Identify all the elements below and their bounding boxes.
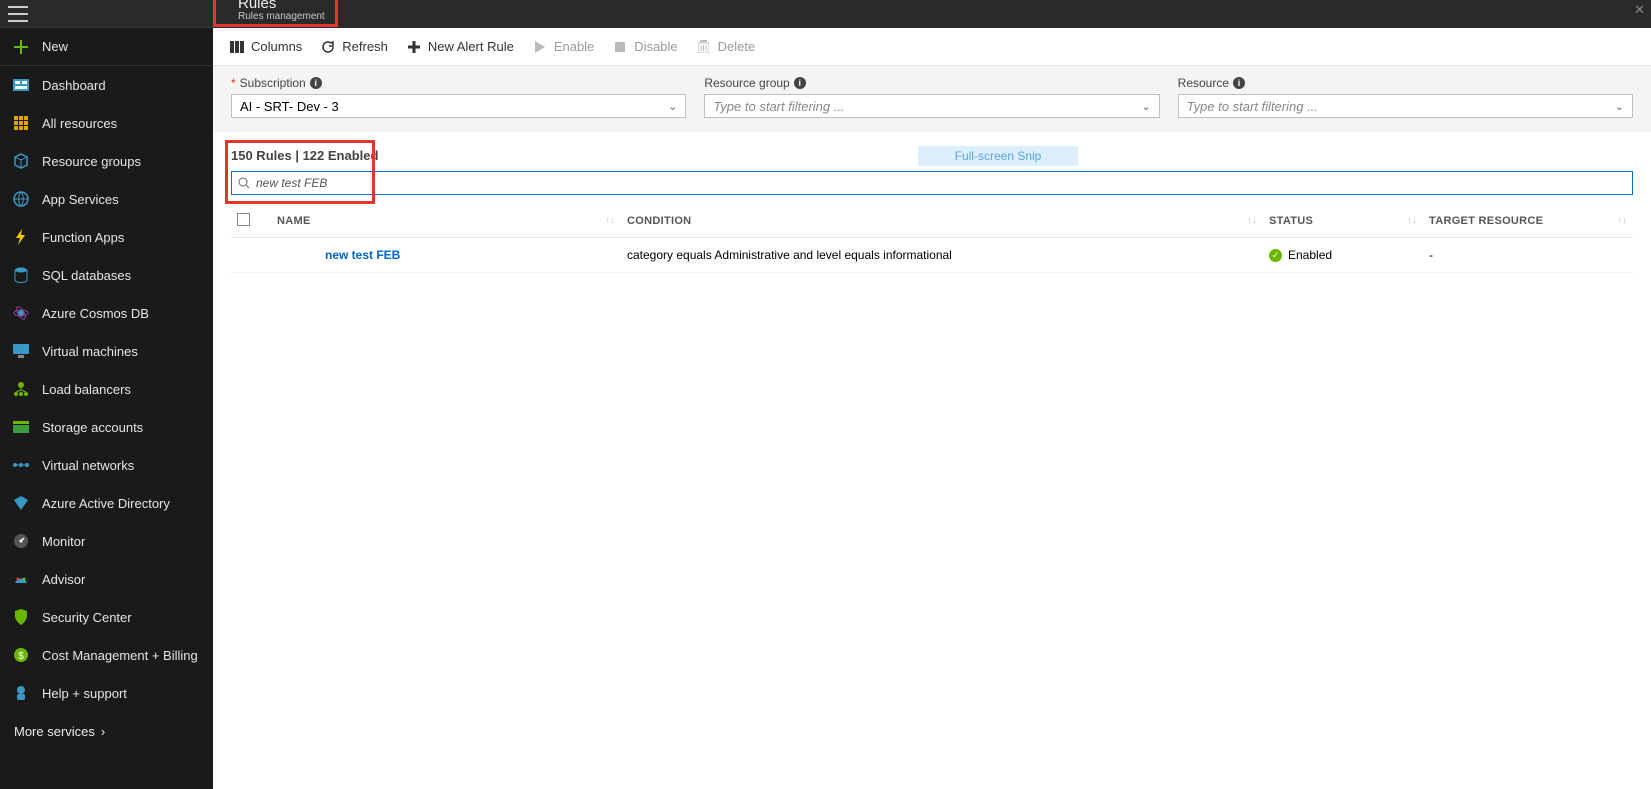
sidebar-item-sql[interactable]: SQL databases bbox=[0, 256, 213, 294]
rules-count: 150 Rules | 122 Enabled bbox=[231, 132, 1633, 171]
sidebar-item-aad[interactable]: Azure Active Directory bbox=[0, 484, 213, 522]
sort-icon: ↑↓ bbox=[1407, 215, 1417, 225]
advisor-icon bbox=[12, 570, 30, 588]
sql-icon bbox=[12, 266, 30, 284]
col-status[interactable]: STATUS↑↓ bbox=[1263, 205, 1423, 238]
load-balancer-icon bbox=[12, 380, 30, 398]
subscription-filter: * Subscription i AI - SRT- Dev - 3 ⌄ bbox=[231, 76, 686, 118]
disable-button[interactable]: Disable bbox=[612, 39, 677, 55]
dashboard-icon bbox=[12, 76, 30, 94]
cosmos-icon bbox=[12, 304, 30, 322]
sidebar-item-vnets[interactable]: Virtual networks bbox=[0, 446, 213, 484]
sidebar-item-advisor[interactable]: Advisor bbox=[0, 560, 213, 598]
rule-condition: category equals Administrative and level… bbox=[621, 238, 1263, 273]
check-circle-icon: ✓ bbox=[1269, 249, 1282, 262]
columns-icon bbox=[229, 39, 245, 55]
resource-group-select[interactable]: Type to start filtering ... ⌄ bbox=[704, 94, 1159, 118]
sidebar-item-function-apps[interactable]: Function Apps bbox=[0, 218, 213, 256]
search-input-container[interactable] bbox=[231, 171, 1633, 195]
rule-target: - bbox=[1423, 238, 1633, 273]
sidebar-item-security[interactable]: Security Center bbox=[0, 598, 213, 636]
sidebar-item-help[interactable]: Help + support bbox=[0, 674, 213, 712]
sort-icon: ↑↓ bbox=[1247, 215, 1257, 225]
rule-status: Enabled bbox=[1288, 248, 1332, 262]
search-icon bbox=[238, 177, 250, 189]
info-icon[interactable]: i bbox=[1233, 77, 1245, 89]
monitor-screen-icon bbox=[12, 342, 30, 360]
sort-icon: ↑↓ bbox=[605, 215, 615, 225]
grid-icon bbox=[12, 114, 30, 132]
sidebar-new[interactable]: New bbox=[0, 28, 213, 66]
sidebar-item-lb[interactable]: Load balancers bbox=[0, 370, 213, 408]
filters-bar: * Subscription i AI - SRT- Dev - 3 ⌄ Res… bbox=[213, 66, 1651, 132]
play-icon bbox=[532, 39, 548, 55]
new-alert-rule-button[interactable]: New Alert Rule bbox=[406, 39, 514, 55]
chevron-down-icon: ⌄ bbox=[1615, 100, 1624, 113]
main-blade: Rules Rules management ✕ Columns Refresh… bbox=[213, 0, 1651, 789]
close-icon[interactable]: ✕ bbox=[1634, 2, 1645, 18]
subscription-select[interactable]: AI - SRT- Dev - 3 ⌄ bbox=[231, 94, 686, 118]
rule-name-link[interactable]: new test FEB bbox=[325, 248, 400, 262]
select-all-checkbox[interactable] bbox=[237, 213, 250, 226]
enable-button[interactable]: Enable bbox=[532, 39, 594, 55]
plus-bold-icon bbox=[406, 39, 422, 55]
sidebar-item-storage[interactable]: Storage accounts bbox=[0, 408, 213, 446]
info-icon[interactable]: i bbox=[310, 77, 322, 89]
more-services[interactable]: More services › bbox=[0, 712, 213, 751]
stop-icon bbox=[612, 39, 628, 55]
sidebar-new-label: New bbox=[42, 39, 68, 54]
blade-title-box: Rules Rules management bbox=[213, 0, 338, 27]
refresh-button[interactable]: Refresh bbox=[320, 39, 388, 55]
resource-filter: Resource i Type to start filtering ... ⌄ bbox=[1178, 76, 1633, 118]
help-icon bbox=[12, 684, 30, 702]
sort-icon: ↑↓ bbox=[1617, 215, 1627, 225]
sidebar-item-cosmos[interactable]: Azure Cosmos DB bbox=[0, 294, 213, 332]
storage-icon bbox=[12, 418, 30, 436]
table-row[interactable]: new test FEB category equals Administrat… bbox=[231, 238, 1633, 273]
globe-icon bbox=[12, 190, 30, 208]
resource-group-filter: Resource group i Type to start filtering… bbox=[704, 76, 1159, 118]
cube-icon bbox=[12, 152, 30, 170]
refresh-icon bbox=[320, 39, 336, 55]
columns-button[interactable]: Columns bbox=[229, 39, 302, 55]
chevron-down-icon: ⌄ bbox=[668, 100, 677, 113]
delete-button[interactable]: Delete bbox=[696, 39, 756, 55]
sidebar-item-vms[interactable]: Virtual machines bbox=[0, 332, 213, 370]
sidebar-item-resource-groups[interactable]: Resource groups bbox=[0, 142, 213, 180]
gauge-icon bbox=[12, 532, 30, 550]
svg-text:$: $ bbox=[18, 651, 24, 662]
col-name[interactable]: NAME↑↓ bbox=[271, 205, 621, 238]
lightning-icon bbox=[12, 228, 30, 246]
required-star: * bbox=[231, 76, 236, 90]
sidebar-item-dashboard[interactable]: Dashboard bbox=[0, 66, 213, 104]
sidebar: New Dashboard All resources Resource gro… bbox=[0, 0, 213, 789]
sidebar-item-app-services[interactable]: App Services bbox=[0, 180, 213, 218]
rules-table: NAME↑↓ CONDITION↑↓ STATUS↑↓ TARGET RESOU… bbox=[231, 205, 1633, 273]
blade-header: Rules Rules management ✕ bbox=[213, 0, 1651, 28]
chevron-right-icon: › bbox=[101, 724, 105, 739]
toolbar: Columns Refresh New Alert Rule Enable Di… bbox=[213, 28, 1651, 66]
hamburger-menu[interactable] bbox=[8, 6, 28, 22]
blade-title: Rules bbox=[238, 0, 325, 11]
trash-icon bbox=[696, 39, 712, 55]
sidebar-item-cost[interactable]: $ Cost Management + Billing bbox=[0, 636, 213, 674]
col-condition[interactable]: CONDITION↑↓ bbox=[621, 205, 1263, 238]
col-target[interactable]: TARGET RESOURCE↑↓ bbox=[1423, 205, 1633, 238]
cost-icon: $ bbox=[12, 646, 30, 664]
plus-icon bbox=[12, 38, 30, 56]
aad-icon bbox=[12, 494, 30, 512]
search-input[interactable] bbox=[256, 176, 1626, 190]
chevron-down-icon: ⌄ bbox=[1141, 100, 1150, 113]
network-icon bbox=[12, 456, 30, 474]
sidebar-item-all-resources[interactable]: All resources bbox=[0, 104, 213, 142]
sidebar-item-monitor[interactable]: Monitor bbox=[0, 522, 213, 560]
shield-icon bbox=[12, 608, 30, 626]
info-icon[interactable]: i bbox=[794, 77, 806, 89]
resource-select[interactable]: Type to start filtering ... ⌄ bbox=[1178, 94, 1633, 118]
blade-subtitle: Rules management bbox=[238, 11, 325, 23]
